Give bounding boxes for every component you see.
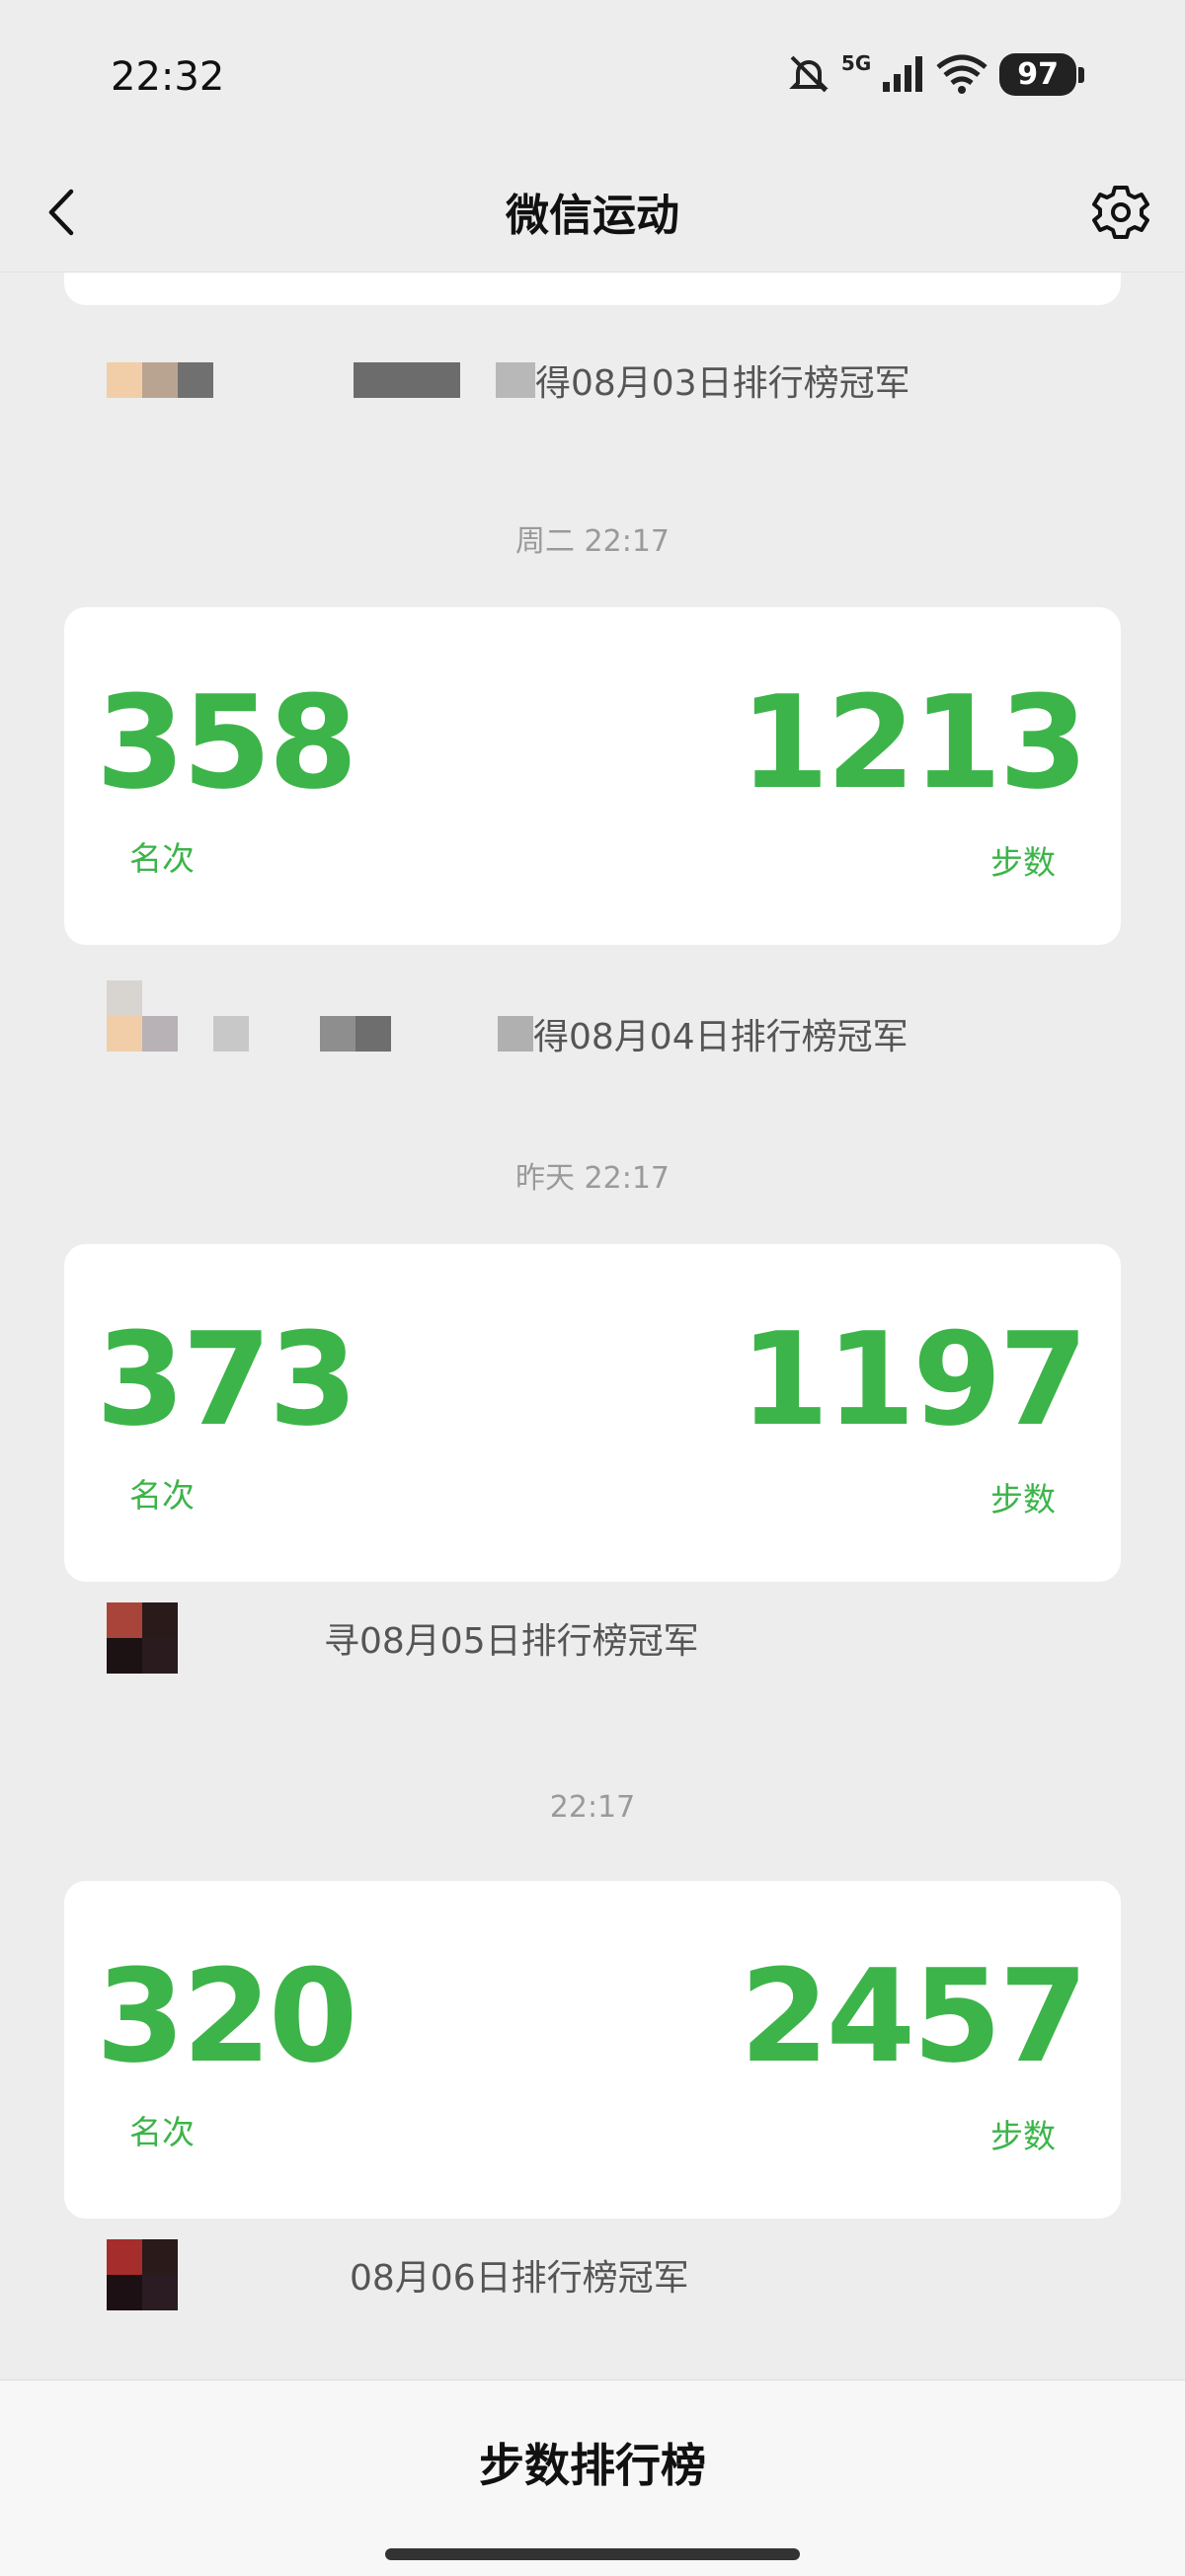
settings-button[interactable] (1086, 178, 1155, 247)
network-type: 5G (840, 51, 872, 75)
page-title: 微信运动 (506, 191, 679, 241)
gear-icon (1092, 186, 1149, 239)
avatar (107, 362, 213, 398)
wifi-icon (936, 54, 988, 94)
time-label: 22:17 (549, 1790, 636, 1825)
avatar (107, 2239, 178, 2310)
avatar (213, 1016, 249, 1052)
champion-text: 08月06日排行榜冠军 (350, 2258, 689, 2299)
rank-value: 373 (96, 1304, 357, 1454)
avatar (107, 980, 178, 1052)
home-indicator[interactable] (385, 2548, 800, 2560)
status-bar: 22:32 5G 97 (0, 0, 1185, 158)
battery-indicator: 97 (999, 52, 1084, 96)
battery-level: 97 (1017, 56, 1059, 92)
rank-label: 名次 (129, 2113, 195, 2151)
signal-icon (883, 56, 923, 92)
feed[interactable]: 得08月03日排行榜冠军 周二 22:17 358 1213 名次 步数 得08… (0, 272, 1185, 2345)
steps-label: 步数 (990, 1480, 1056, 1519)
time-label: 昨天 22:17 (515, 1161, 670, 1196)
nav-bar: 微信运动 (0, 158, 1185, 273)
champion-text: 寻08月05日排行榜冠军 (324, 1621, 699, 1662)
avatar (498, 1016, 533, 1052)
rank-value: 320 (96, 1941, 357, 2091)
champion-row[interactable]: 得08月03日排行榜冠军 (107, 354, 910, 406)
champion-row[interactable]: 08月06日排行榜冠军 (107, 2239, 689, 2310)
steps-value: 2457 (740, 1941, 1088, 2091)
avatar (107, 1602, 178, 1674)
rank-label: 名次 (129, 839, 195, 878)
champion-row[interactable]: 寻08月05日排行榜冠军 (107, 1602, 699, 1674)
time-label: 周二 22:17 (515, 524, 670, 559)
avatar (496, 362, 535, 398)
avatar (354, 362, 460, 398)
bottom-bar: 步数排行榜 (0, 2380, 1185, 2576)
steps-value: 1197 (740, 1304, 1088, 1454)
steps-label: 步数 (990, 2117, 1056, 2155)
ranking-card[interactable]: 373 1197 名次 步数 (64, 1244, 1121, 1582)
leaderboard-button[interactable]: 步数排行榜 (0, 2430, 1185, 2495)
champion-row[interactable]: 得08月04日排行榜冠军 (107, 973, 908, 1059)
ranking-card[interactable]: 320 2457 名次 步数 (64, 1881, 1121, 2219)
status-time: 22:32 (111, 54, 225, 100)
steps-label: 步数 (990, 843, 1056, 882)
status-icons: 5G 97 (786, 51, 1084, 97)
champion-text: 得08月03日排行榜冠军 (535, 363, 910, 404)
ranking-card[interactable]: 358 1213 名次 步数 (64, 607, 1121, 945)
rank-label: 名次 (129, 1476, 195, 1515)
champion-text: 得08月04日排行榜冠军 (533, 1017, 908, 1057)
steps-value: 1213 (740, 667, 1088, 818)
mute-bell-icon (789, 55, 829, 93)
ranking-card-partial[interactable] (64, 272, 1121, 305)
avatar (320, 1016, 391, 1052)
rank-value: 358 (96, 667, 357, 818)
